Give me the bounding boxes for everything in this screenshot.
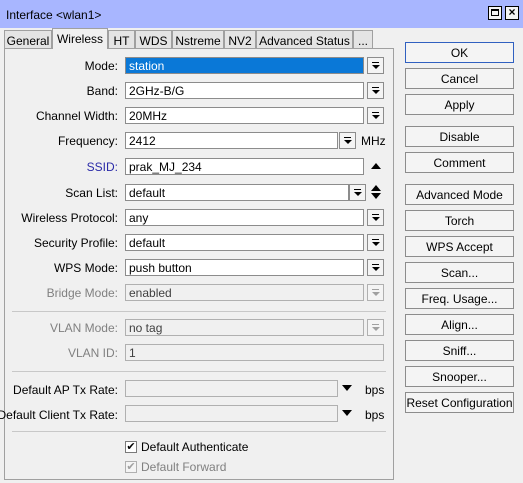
default-ap-tx-rate-input[interactable] — [125, 380, 338, 397]
bridge-mode-dropdown-icon — [367, 284, 384, 301]
tab-nstreme[interactable]: Nstreme — [172, 30, 224, 48]
align-button[interactable]: Align... — [405, 314, 514, 335]
scan-button[interactable]: Scan... — [405, 262, 514, 283]
default-client-tx-rate-dropdown-icon[interactable] — [342, 410, 352, 416]
default-ap-tx-rate-dropdown-icon[interactable] — [342, 385, 352, 391]
disable-button[interactable]: Disable — [405, 126, 514, 147]
tab-more[interactable]: ... — [353, 30, 373, 48]
snooper-button[interactable]: Snooper... — [405, 366, 514, 387]
tab-ht[interactable]: HT — [108, 30, 135, 48]
scan-list-add-icon[interactable] — [371, 185, 381, 191]
tab-general[interactable]: General — [4, 30, 52, 48]
section-divider — [12, 371, 386, 372]
apply-button[interactable]: Apply — [405, 94, 514, 115]
channel-width-label: Channel Width: — [35, 109, 118, 123]
wireless-protocol-dropdown-icon[interactable] — [367, 209, 384, 226]
bridge-mode-select: enabled — [125, 284, 364, 301]
window-title: Interface <wlan1> — [6, 8, 102, 22]
collapse-up-icon[interactable] — [371, 163, 381, 169]
tab-wireless[interactable]: Wireless — [52, 28, 108, 49]
band-dropdown-icon[interactable] — [367, 82, 384, 99]
vlan-id-input: 1 — [125, 344, 384, 361]
scan-list-label: Scan List: — [65, 186, 118, 200]
vlan-mode-select: no tag — [125, 319, 364, 336]
comment-button[interactable]: Comment — [405, 152, 514, 173]
advanced-mode-button[interactable]: Advanced Mode — [405, 184, 514, 205]
vlan-mode-label: VLAN Mode: — [49, 321, 118, 335]
vlan-id-label: VLAN ID: — [67, 346, 118, 360]
default-ap-tx-rate-label: Default AP Tx Rate: — [13, 383, 118, 397]
tab-advanced-status[interactable]: Advanced Status — [256, 30, 353, 48]
sniff-button[interactable]: Sniff... — [405, 340, 514, 361]
section-divider — [12, 431, 386, 432]
frequency-select[interactable]: 2412 — [125, 132, 338, 149]
ssid-label[interactable]: SSID: — [87, 160, 118, 174]
ok-button[interactable]: OK — [405, 42, 514, 63]
scan-list-select[interactable]: default — [125, 184, 349, 201]
band-label: Band: — [86, 84, 118, 98]
default-client-tx-rate-label: Default Client Tx Rate: — [0, 408, 118, 422]
vlan-mode-dropdown-icon — [367, 319, 384, 336]
default-client-tx-rate-input[interactable] — [125, 405, 338, 422]
scan-list-dropdown-icon[interactable] — [349, 184, 366, 201]
security-profile-dropdown-icon[interactable] — [367, 234, 384, 251]
wps-mode-dropdown-icon[interactable] — [367, 259, 384, 276]
channel-width-dropdown-icon[interactable] — [367, 107, 384, 124]
security-profile-label: Security Profile: — [33, 236, 118, 250]
wireless-protocol-select[interactable]: any — [125, 209, 364, 226]
default-forward-label: Default Forward — [141, 460, 227, 474]
wireless-protocol-label: Wireless Protocol: — [21, 211, 118, 225]
security-profile-select[interactable]: default — [125, 234, 364, 251]
wps-mode-label: WPS Mode: — [53, 261, 118, 275]
mode-dropdown-icon[interactable] — [367, 57, 384, 74]
default-ap-tx-rate-unit: bps — [365, 383, 385, 397]
reset-configuration-button[interactable]: Reset Configuration — [405, 392, 514, 413]
freq-usage-button[interactable]: Freq. Usage... — [405, 288, 514, 309]
window-titlebar[interactable]: Interface <wlan1> × — [0, 0, 523, 28]
scan-list-remove-icon[interactable] — [371, 193, 381, 199]
channel-width-select[interactable]: 20MHz — [125, 107, 364, 124]
frequency-unit: MHz — [361, 134, 386, 148]
torch-button[interactable]: Torch — [405, 210, 514, 231]
mode-select[interactable]: station — [125, 57, 364, 74]
tab-wds[interactable]: WDS — [135, 30, 172, 48]
default-authenticate-label: Default Authenticate — [141, 440, 249, 454]
band-select[interactable]: 2GHz-B/G — [125, 82, 364, 99]
close-icon[interactable]: × — [505, 6, 519, 20]
frequency-label: Frequency: — [57, 134, 118, 148]
wps-mode-select[interactable]: push button — [125, 259, 364, 276]
section-divider — [12, 311, 386, 312]
bridge-mode-label: Bridge Mode: — [46, 286, 118, 300]
wps-accept-button[interactable]: WPS Accept — [405, 236, 514, 257]
default-authenticate-checkbox[interactable]: ✔ — [125, 441, 137, 453]
frequency-dropdown-icon[interactable] — [339, 132, 356, 149]
ssid-input[interactable]: prak_MJ_234 — [125, 158, 364, 175]
default-client-tx-rate-unit: bps — [365, 408, 385, 422]
maximize-icon[interactable] — [488, 6, 502, 20]
mode-label: Mode: — [84, 59, 118, 73]
tab-nv2[interactable]: NV2 — [224, 30, 256, 48]
default-forward-checkbox: ✔ — [125, 461, 137, 473]
cancel-button[interactable]: Cancel — [405, 68, 514, 89]
